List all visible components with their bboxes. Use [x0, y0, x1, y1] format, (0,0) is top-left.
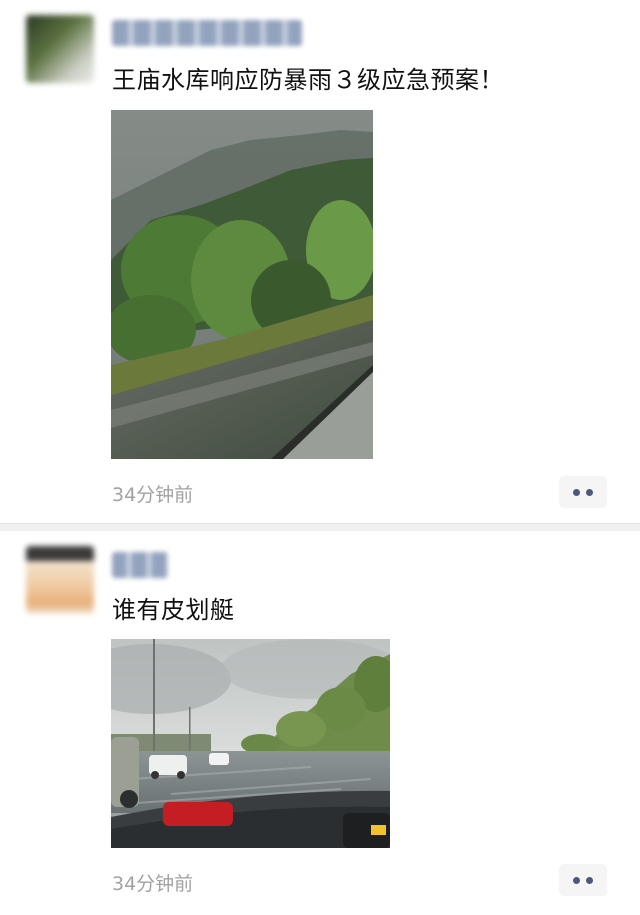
more-dots-icon — [573, 877, 580, 884]
post-time: 34分钟前 — [112, 484, 194, 506]
flooded-road-photo-icon — [111, 639, 390, 848]
moment-post: 谁有皮划艇 34分钟前 — [0, 530, 640, 915]
avatar[interactable] — [26, 15, 94, 83]
more-dots-icon — [586, 489, 593, 496]
post-time: 34分钟前 — [112, 873, 194, 895]
more-dots-icon — [586, 877, 593, 884]
post-text: 王庙水库响应防暴雨３级应急预案！ — [112, 66, 504, 94]
username[interactable] — [112, 552, 168, 578]
more-button[interactable] — [559, 476, 607, 508]
avatar[interactable] — [26, 546, 94, 614]
post-text: 谁有皮划艇 — [112, 596, 235, 624]
more-dots-icon — [573, 489, 580, 496]
misty-mountain-photo-icon — [111, 110, 373, 459]
more-button[interactable] — [559, 864, 607, 896]
post-photo[interactable] — [111, 110, 373, 459]
username[interactable] — [112, 20, 302, 46]
moment-post: 王庙水库响应防暴雨３级应急预案！ 34分钟前 — [0, 0, 640, 522]
post-photo[interactable] — [111, 639, 390, 848]
